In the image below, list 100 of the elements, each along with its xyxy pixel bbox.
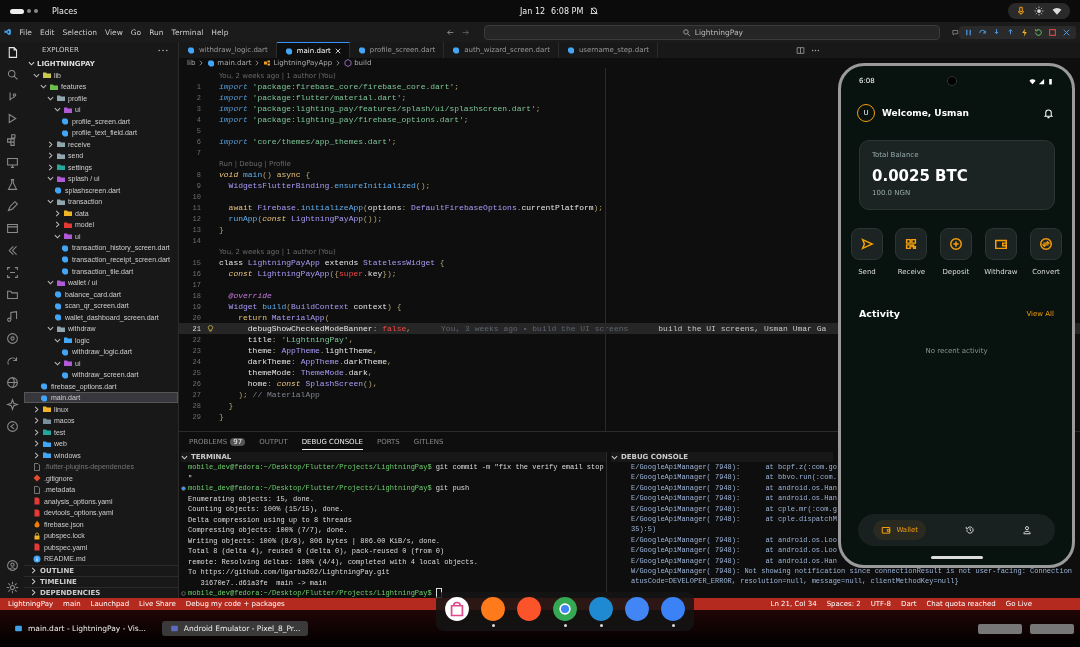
music-note-icon[interactable] (5, 310, 19, 323)
person-icon (1021, 525, 1032, 535)
code-token: : (291, 368, 297, 377)
history-icon (964, 525, 975, 535)
share-icon[interactable] (5, 354, 19, 367)
code-token: AppTheme (281, 346, 320, 355)
code-token: void (219, 170, 240, 179)
clock[interactable]: 6:08 PM (551, 6, 584, 16)
code-token: import (219, 93, 249, 102)
code-token: theme (246, 346, 272, 355)
section-title: Activity (859, 308, 900, 319)
step-over-icon[interactable] (978, 27, 987, 37)
code-token: , (406, 324, 412, 333)
chevrons-icon[interactable] (5, 244, 19, 257)
app-menu[interactable]: Places (52, 6, 78, 16)
code-token: ); (593, 203, 604, 212)
code-token: class (219, 258, 244, 267)
code-token: ; (454, 82, 460, 91)
code-token: ; (401, 93, 407, 102)
code-token: // MaterialApp (252, 390, 320, 399)
code-token: import (219, 104, 249, 113)
yaml-file-icon (33, 543, 41, 552)
dart-file-icon (452, 46, 461, 54)
code-token: 'package:flutter/material.dart' (252, 93, 402, 102)
method-icon (344, 59, 353, 67)
step-into-icon[interactable] (992, 27, 1001, 37)
flask-icon[interactable] (5, 178, 19, 191)
code-token: ()); (363, 214, 383, 223)
code-token: : (267, 379, 273, 388)
more-icon[interactable] (158, 48, 168, 52)
code-token: ; (391, 137, 397, 146)
code-token: DefaultFirebaseOptions (411, 203, 517, 212)
action-button[interactable] (851, 228, 883, 260)
code-token: const (262, 214, 288, 223)
settings-icon[interactable] (5, 581, 19, 594)
code-token: async (276, 170, 302, 179)
code-token: SplashScreen (305, 379, 364, 388)
dart-file-icon (284, 46, 293, 55)
action-button[interactable] (895, 228, 928, 260)
search-icon (681, 27, 691, 37)
bell-icon[interactable] (1043, 107, 1054, 119)
chevron-right-icon (335, 60, 342, 66)
workspace-thumbnail[interactable] (1030, 623, 1074, 634)
wallet-icon (993, 237, 1008, 251)
sparkle-icon[interactable] (5, 398, 19, 411)
code-token: themeMode (246, 368, 291, 377)
code-token: }); (382, 269, 397, 278)
code-token: AppTheme (300, 357, 340, 366)
system-tray[interactable] (1008, 3, 1070, 19)
pen-icon[interactable] (5, 200, 19, 213)
code-token: 'package:lighting_pay/features/splash/ui/splashscreen.dart' (252, 104, 536, 113)
code-token: . (329, 181, 335, 190)
close-icon[interactable] (334, 47, 341, 54)
target-icon[interactable] (5, 332, 19, 345)
scan-icon[interactable] (5, 266, 19, 279)
split-editor-icon[interactable] (796, 45, 805, 55)
action-button[interactable] (939, 228, 972, 260)
browser-icon[interactable] (5, 222, 19, 235)
restart-icon[interactable] (1034, 27, 1043, 37)
wifi-icon (1052, 6, 1062, 16)
circle-arrow-icon[interactable] (5, 420, 19, 433)
code-token: } (219, 225, 224, 234)
stop-icon[interactable] (1048, 27, 1057, 37)
code-token: ({ (329, 269, 340, 278)
back-arrow-icon[interactable] (446, 27, 456, 37)
code-token: return (237, 313, 268, 322)
shopping-bag-icon[interactable] (444, 596, 470, 622)
lightning-icon[interactable] (1020, 27, 1029, 37)
lock-icon (33, 531, 41, 540)
code-token: . (363, 269, 368, 278)
code-token: title (246, 335, 272, 344)
code-token: } (227, 401, 234, 410)
code-token: extends (323, 258, 360, 267)
code-token: darkTheme (246, 357, 291, 366)
command-pending-dot (181, 590, 186, 596)
lightbulb-icon[interactable] (206, 325, 214, 332)
workspace-indicator[interactable] (10, 8, 38, 14)
chat-icon[interactable] (952, 27, 959, 37)
code-token: } (219, 412, 224, 421)
step-out-icon[interactable] (1006, 27, 1015, 37)
brightness-icon (1034, 6, 1044, 16)
search-icon[interactable] (5, 68, 19, 81)
code-token: . (319, 346, 325, 355)
monitor-icon[interactable] (5, 156, 19, 169)
folder-icon[interactable] (5, 288, 19, 301)
code-token: lightTheme (324, 346, 373, 355)
code-token: const (276, 379, 302, 388)
code-token: : (372, 324, 379, 333)
account-icon[interactable] (5, 559, 19, 572)
date[interactable]: Jan 12 (520, 6, 546, 16)
action-button[interactable] (1030, 228, 1062, 260)
action-button[interactable] (984, 228, 1017, 260)
window-icon (169, 624, 179, 633)
ring-icon[interactable] (552, 596, 578, 622)
dart-file-icon (187, 46, 195, 54)
bell-off-icon (589, 6, 600, 16)
pause-icon[interactable] (964, 27, 973, 37)
workspace-thumbnail[interactable] (978, 623, 1022, 634)
extensions-icon[interactable] (5, 134, 19, 147)
logo-icon (4, 27, 12, 37)
